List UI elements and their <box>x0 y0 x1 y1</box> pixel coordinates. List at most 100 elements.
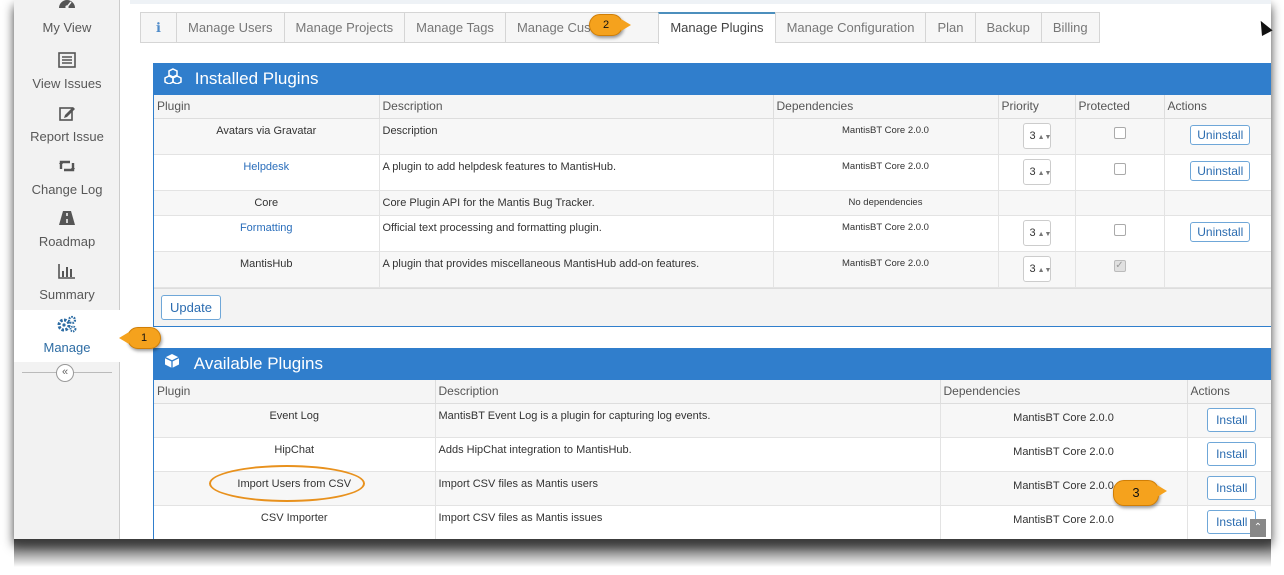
table-row: CSV Importer Import CSV files as Mantis … <box>154 505 1271 539</box>
col-protected: Protected <box>1075 95 1165 119</box>
bar-chart-icon <box>14 261 120 281</box>
tab-manage-configuration[interactable]: Manage Configuration <box>774 12 926 43</box>
sidebar-item-label: Roadmap <box>38 234 96 249</box>
installed-plugins-table: Plugin Description Dependencies Priority… <box>154 95 1271 288</box>
uninstall-button[interactable]: Uninstall <box>1190 124 1251 145</box>
priority-select[interactable]: 3 ▲▼ <box>1022 158 1051 185</box>
plugin-name: Avatars via Gravatar <box>154 118 380 155</box>
available-plugins-widget: Available Plugins Plugin Description Dep… <box>153 348 1271 539</box>
callout-3: 3 <box>1113 480 1167 506</box>
sidebar-item-label: Report Issue <box>30 129 104 144</box>
table-row: Helpdesk A plugin to add helpdesk featur… <box>154 154 1271 191</box>
installed-plugins-widget: Installed Plugins Plugin Description Dep… <box>153 63 1271 327</box>
table-row: Avatars via Gravatar Description MantisB… <box>154 118 1271 155</box>
tab-info[interactable]: ℹ <box>140 12 176 43</box>
available-plugins-header: Available Plugins <box>154 349 1271 380</box>
col-actions: Actions <box>1164 95 1271 119</box>
sidebar-item-my-view[interactable]: My View <box>14 0 120 42</box>
table-row: Core Core Plugin API for the Mantis Bug … <box>154 190 1271 216</box>
plugin-dependencies: MantisBT Core 2.0.0 <box>940 403 1188 438</box>
tab-billing[interactable]: Billing <box>1040 12 1100 43</box>
plugin-dependencies: MantisBT Core 2.0.0 <box>773 154 999 191</box>
col-description: Description <box>435 380 941 404</box>
install-button[interactable]: Install <box>1207 407 1257 432</box>
col-plugin: Plugin <box>154 380 436 404</box>
tab-manage-custom[interactable]: Manage Custom <box>504 12 659 43</box>
table-header-row: Plugin Description Dependencies Priority… <box>154 95 1271 119</box>
main-content: ℹ Manage Users Manage Projects Manage Ta… <box>120 0 1271 539</box>
plugin-description: A plugin that provides miscellaneous Man… <box>379 251 774 288</box>
sidebar-item-summary[interactable]: Summary <box>14 257 120 309</box>
plugin-name: Event Log <box>154 403 436 438</box>
tab-backup[interactable]: Backup <box>974 12 1041 43</box>
protected-checkbox[interactable] <box>1113 126 1126 139</box>
table-row: MantisHub A plugin that provides miscell… <box>154 251 1271 288</box>
plugin-dependencies: MantisBT Core 2.0.0 <box>940 505 1188 539</box>
available-plugins-title: Available Plugins <box>193 354 323 373</box>
tab-manage-projects[interactable]: Manage Projects <box>283 12 405 43</box>
install-button[interactable]: Install <box>1207 441 1257 466</box>
tab-manage-plugins[interactable]: Manage Plugins <box>658 12 775 44</box>
priority-select[interactable]: 3 ▲▼ <box>1022 122 1051 149</box>
plugin-description: Core Plugin API for the Mantis Bug Track… <box>379 190 774 216</box>
plugin-name: CSV Importer <box>154 505 436 539</box>
road-icon <box>14 208 120 228</box>
window-shadow <box>14 539 1271 567</box>
callout-2: 2 <box>589 14 631 36</box>
gears-icon <box>14 314 120 334</box>
plugin-description: Adds HipChat integration to MantisHub. <box>435 437 941 472</box>
installed-plugins-title: Installed Plugins <box>194 69 319 88</box>
dashboard-icon <box>14 0 120 14</box>
plugin-description: A plugin to add helpdesk features to Man… <box>379 154 774 191</box>
top-strip <box>130 0 1271 4</box>
sidebar-item-change-log[interactable]: Change Log <box>14 152 120 204</box>
installed-plugins-header: Installed Plugins <box>154 64 1271 95</box>
tab-manage-tags[interactable]: Manage Tags <box>404 12 505 43</box>
scroll-top-button[interactable]: ⌃ <box>1250 519 1266 537</box>
table-row: Event Log MantisBT Event Log is a plugin… <box>154 403 1271 438</box>
plugin-description: Official text processing and formatting … <box>379 215 774 252</box>
protected-checkbox[interactable] <box>1113 162 1126 175</box>
sidebar-item-label: Manage <box>43 340 91 355</box>
install-button[interactable]: Install <box>1207 475 1257 500</box>
retweet-icon <box>14 156 120 176</box>
plugin-name: Core <box>154 190 380 216</box>
app-window: My View View Issues Report Issue Change … <box>14 0 1271 539</box>
sidebar-item-label: View Issues <box>32 76 102 91</box>
plugin-description: MantisBT Event Log is a plugin for captu… <box>435 403 941 438</box>
col-dependencies: Dependencies <box>773 95 999 119</box>
priority-select[interactable]: 3 ▲▼ <box>1022 255 1051 282</box>
plugin-dependencies: MantisBT Core 2.0.0 <box>773 118 999 155</box>
plugin-description: Import CSV files as Mantis users <box>435 471 941 506</box>
uninstall-button[interactable]: Uninstall <box>1190 221 1251 242</box>
tab-manage-users[interactable]: Manage Users <box>176 12 284 43</box>
plugin-description: Description <box>379 118 774 155</box>
callout-1: 1 <box>119 327 161 349</box>
sidebar: My View View Issues Report Issue Change … <box>14 0 131 539</box>
protected-checkbox-checked: ✓ <box>1113 259 1126 272</box>
plugin-name-link[interactable]: Helpdesk <box>243 161 289 173</box>
sidebar-item-view-issues[interactable]: View Issues <box>14 46 120 98</box>
protected-checkbox[interactable] <box>1113 223 1126 236</box>
update-button[interactable]: Update <box>161 294 221 320</box>
plugin-dependencies: MantisBT Core 2.0.0 <box>773 215 999 252</box>
priority-select[interactable]: 3 ▲▼ <box>1022 219 1051 246</box>
sidebar-item-roadmap[interactable]: Roadmap <box>14 204 120 256</box>
plugin-dependencies: No dependencies <box>773 190 999 216</box>
tab-plan[interactable]: Plan <box>925 12 975 43</box>
edit-icon <box>14 103 120 123</box>
col-plugin: Plugin <box>154 95 380 119</box>
sidebar-item-manage[interactable]: Manage <box>14 310 131 362</box>
uninstall-button[interactable]: Uninstall <box>1190 160 1251 181</box>
plugin-name: MantisHub <box>154 251 380 288</box>
table-header-row: Plugin Description Dependencies Actions <box>154 380 1271 404</box>
sidebar-item-report-issue[interactable]: Report Issue <box>14 99 120 151</box>
cube-icon <box>164 349 182 379</box>
plugin-name-link[interactable]: Formatting <box>240 222 293 234</box>
table-row: HipChat Adds HipChat integration to Mant… <box>154 437 1271 472</box>
sidebar-collapse-button[interactable]: « <box>56 364 74 382</box>
available-plugins-table: Plugin Description Dependencies Actions … <box>154 380 1271 539</box>
plugin-description: Import CSV files as Mantis issues <box>435 505 941 539</box>
plugin-dependencies: MantisBT Core 2.0.0 <box>773 251 999 288</box>
table-row: Formatting Official text processing and … <box>154 215 1271 252</box>
